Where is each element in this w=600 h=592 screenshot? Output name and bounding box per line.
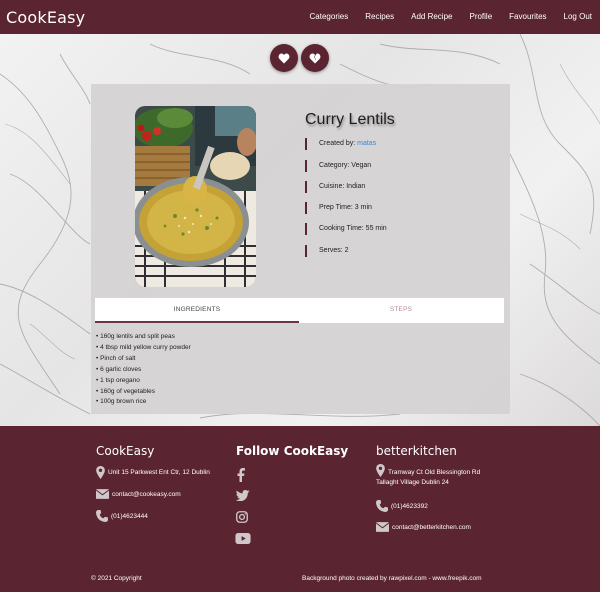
youtube-icon[interactable] [235, 533, 251, 544]
nav-link-add-recipe[interactable]: Add Recipe [411, 12, 452, 21]
recipe-serves: Serves: 2 [305, 245, 495, 257]
copyright: © 2021 Copyright [91, 575, 142, 582]
footer-follow-title: Follow CookEasy [236, 444, 349, 458]
footer-phone-text: (01)4623444 [111, 512, 148, 520]
tab-ingredients[interactable]: INGREDIENTS [95, 298, 299, 323]
list-item: • 4 tbsp mild yellow curry powder [96, 343, 191, 351]
facebook-icon[interactable] [237, 468, 245, 482]
map-marker-icon [376, 464, 385, 477]
footer-betterkitchen-title: betterkitchen [376, 444, 457, 458]
footer-betterkitchen-email: contact@betterkitchen.com [376, 522, 471, 532]
phone-icon [376, 500, 388, 512]
nav-link-log-out[interactable]: Log Out [564, 12, 592, 21]
curry-lentils-image [135, 106, 256, 287]
footer-address-text: Tramway Ct Old Blessington Rd Tallaght V… [376, 464, 481, 488]
nav-links: Categories Recipes Add Recipe Profile Fa… [293, 12, 592, 21]
recipe-tabs: INGREDIENTS STEPS [95, 298, 504, 323]
footer-cookeasy-title: CookEasy [96, 444, 155, 458]
footer-cookeasy-phone: (01)4623444 [96, 510, 148, 522]
footer-cookeasy-email: contact@cookeasy.com [96, 489, 181, 499]
envelope-icon [376, 522, 389, 532]
address-line-2: Tallaght Village Dublin 24 [376, 479, 449, 486]
nav-link-profile[interactable]: Profile [469, 12, 492, 21]
nav-link-categories[interactable]: Categories [310, 12, 349, 21]
footer-email-text[interactable]: contact@cookeasy.com [112, 491, 181, 498]
list-item: • 6 garlic cloves [96, 365, 142, 373]
list-item: • Pinch of salt [96, 354, 136, 362]
envelope-icon [96, 489, 109, 499]
recipe-cuisine: Cuisine: Indian [305, 181, 495, 193]
recipe-cooking-time: Cooking Time: 55 min [305, 223, 495, 235]
nav-link-recipes[interactable]: Recipes [365, 12, 394, 21]
recipe-photo [135, 106, 256, 287]
footer-betterkitchen-address: Tramway Ct Old Blessington Rd Tallaght V… [376, 464, 480, 488]
nav-link-favourites[interactable]: Favourites [509, 12, 546, 21]
author-link[interactable]: matas [357, 140, 376, 147]
navbar: CookEasy Categories Recipes Add Recipe P… [0, 0, 600, 34]
footer: CookEasy Unit 15 Parkwest Ent Ctr, 12 Du… [0, 426, 600, 592]
list-item: • 160g of vegetables [96, 387, 156, 395]
recipe-prep-time: Prep Time: 3 min [305, 202, 495, 214]
recipe-created-by: Created by: matas [305, 138, 495, 150]
list-item: • 1 tsp oregano [96, 376, 140, 384]
list-item: • 160g lentils and split peas [96, 333, 175, 340]
footer-cookeasy-address: Unit 15 Parkwest Ent Ctr, 12 Dublin [96, 466, 210, 479]
heart-icon [278, 53, 290, 63]
photo-credit[interactable]: Background photo created by rawpixel.com… [302, 575, 482, 582]
footer-phone-text: (01)4623392 [391, 502, 428, 510]
recipe-category: Category: Vegan [305, 160, 495, 172]
map-marker-icon [96, 466, 105, 479]
twitter-icon[interactable] [236, 490, 250, 501]
broken-heart-icon [309, 53, 321, 63]
recipe-card: Curry Lentils Created by: matas Category… [91, 84, 510, 414]
list-item: • 100g brown rice [96, 398, 147, 406]
recipe-title: Curry Lentils [305, 111, 395, 128]
ingredients-list: • 160g lentils and split peas • 4 tbsp m… [96, 332, 191, 408]
footer-email-text[interactable]: contact@betterkitchen.com [392, 524, 471, 531]
remove-favourite-button[interactable] [301, 44, 329, 72]
address-line-1: Tramway Ct Old Blessington Rd [388, 469, 481, 476]
add-favourite-button[interactable] [270, 44, 298, 72]
tab-steps[interactable]: STEPS [299, 298, 503, 323]
footer-betterkitchen-phone: (01)4623392 [376, 500, 428, 512]
phone-icon [96, 510, 108, 522]
created-by-label: Created by: [319, 140, 356, 147]
instagram-icon[interactable] [236, 511, 248, 523]
brand-logo[interactable]: CookEasy [6, 8, 85, 27]
footer-address-text: Unit 15 Parkwest Ent Ctr, 12 Dublin [108, 469, 210, 476]
